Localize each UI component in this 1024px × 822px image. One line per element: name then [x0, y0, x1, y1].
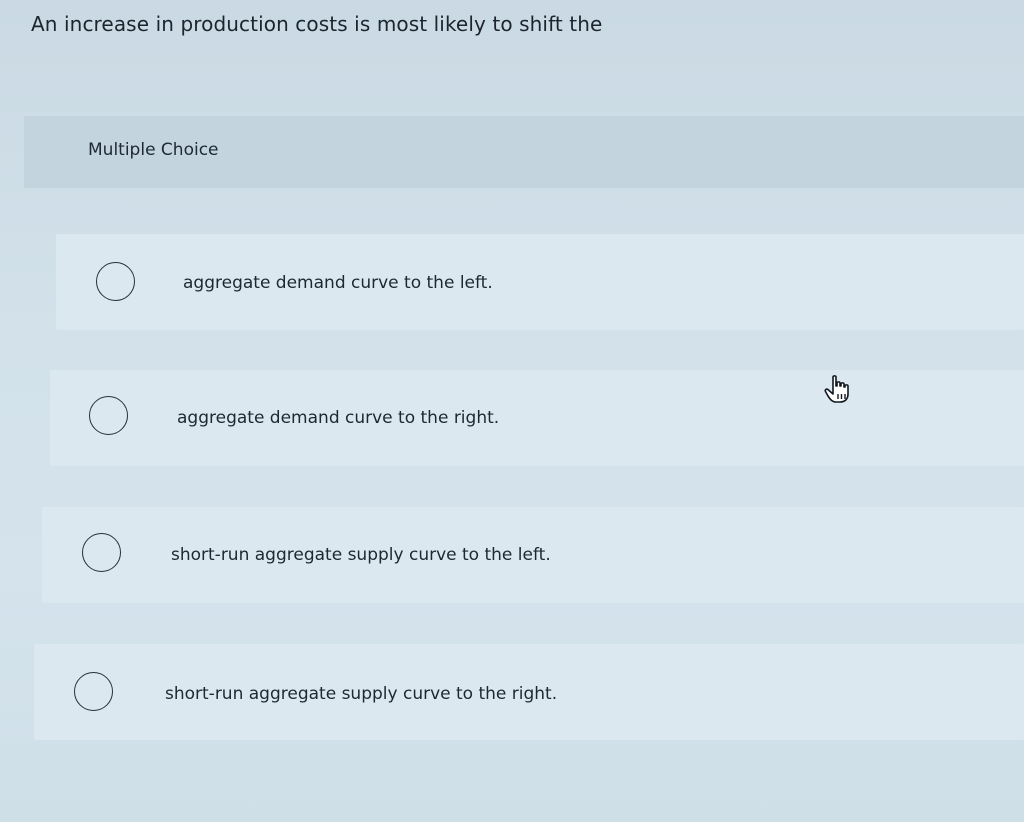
multiple-choice-header: Multiple Choice: [24, 116, 1024, 188]
answer-option-d-label: short-run aggregate supply curve to the …: [165, 684, 558, 704]
answer-option-c[interactable]: short-run aggregate supply curve to the …: [42, 507, 1024, 603]
hand-pointer-icon: [824, 374, 852, 404]
radio-button-c[interactable]: [82, 533, 121, 572]
radio-button-d[interactable]: [74, 672, 113, 711]
answer-option-b-label: aggregate demand curve to the right.: [177, 408, 500, 428]
question-text: An increase in production costs is most …: [31, 12, 603, 36]
answer-option-c-label: short-run aggregate supply curve to the …: [171, 545, 551, 565]
radio-button-b[interactable]: [89, 396, 128, 435]
answer-option-b[interactable]: aggregate demand curve to the right.: [50, 370, 1024, 466]
multiple-choice-label: Multiple Choice: [88, 140, 219, 160]
answer-option-d[interactable]: short-run aggregate supply curve to the …: [34, 644, 1024, 740]
answer-option-a[interactable]: aggregate demand curve to the left.: [56, 234, 1024, 330]
answer-option-a-label: aggregate demand curve to the left.: [183, 273, 493, 293]
radio-button-a[interactable]: [96, 262, 135, 301]
